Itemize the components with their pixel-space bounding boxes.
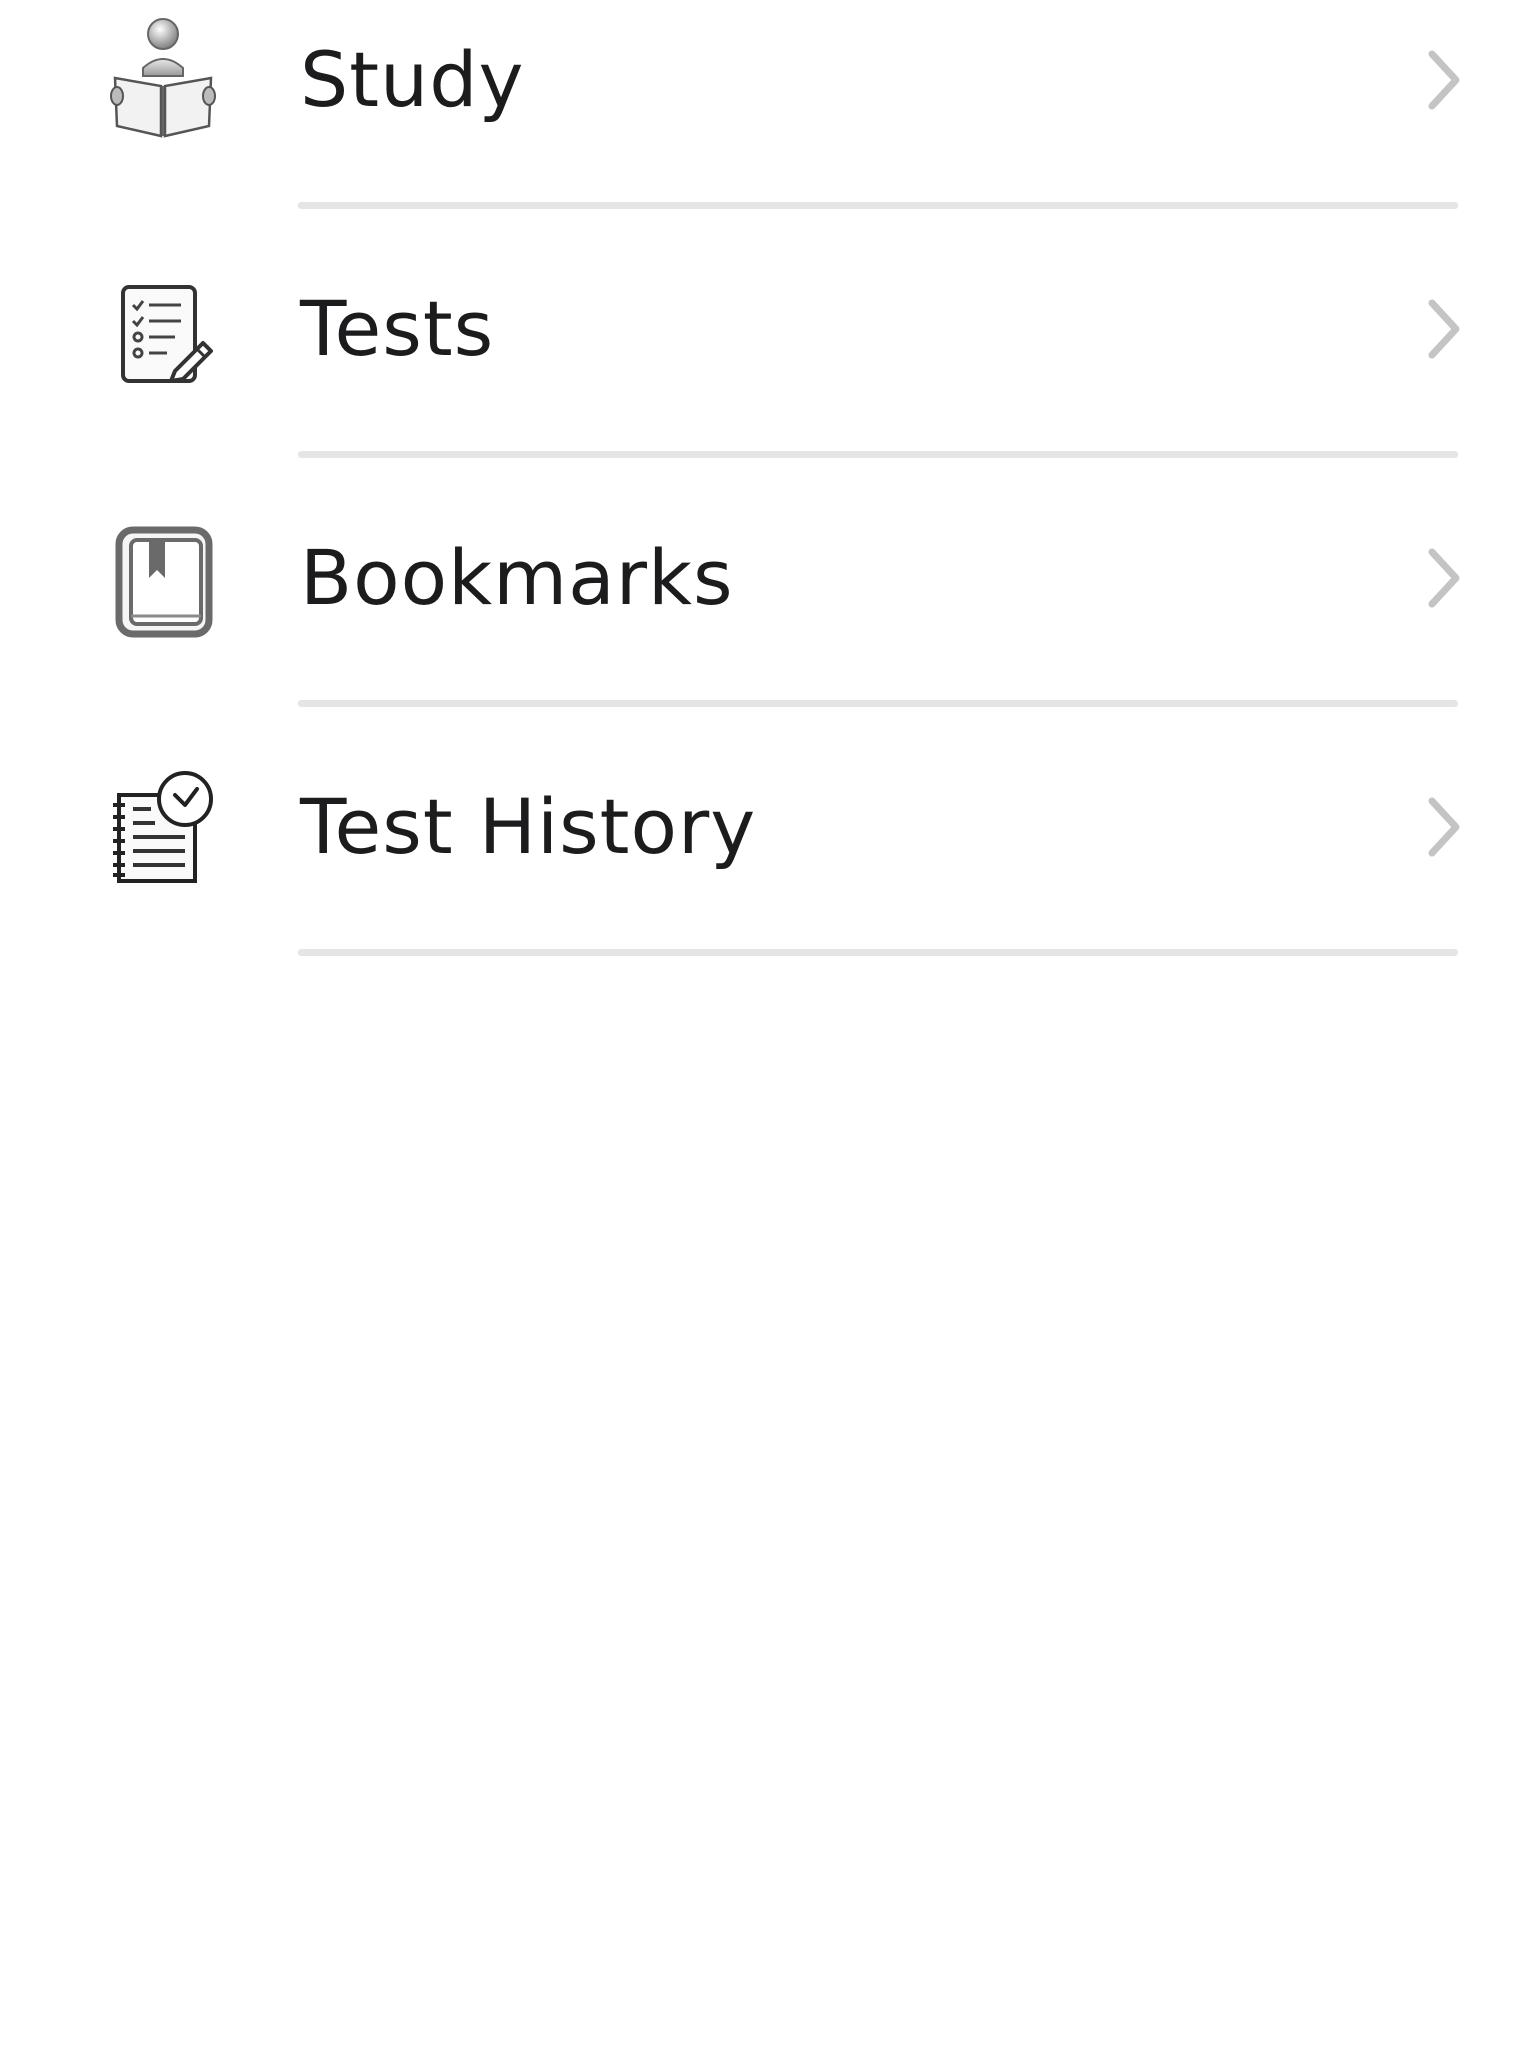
row-separator <box>298 451 1458 458</box>
menu-item-label: Tests <box>300 284 495 373</box>
notebook-clock-icon <box>105 765 225 895</box>
checklist-pencil-icon <box>105 267 225 397</box>
bookmark-book-icon <box>105 516 225 646</box>
chevron-right-icon <box>1424 795 1484 859</box>
chevron-right-icon <box>1424 546 1484 610</box>
row-separator <box>298 202 1458 209</box>
row-separator <box>298 700 1458 707</box>
chevron-right-icon <box>1424 48 1484 112</box>
menu-item-bookmarks[interactable]: Bookmarks <box>0 498 1536 747</box>
menu-item-study[interactable]: Study <box>0 0 1536 249</box>
menu-item-test-history[interactable]: Test History <box>0 747 1536 996</box>
menu-item-label: Bookmarks <box>300 533 734 622</box>
main-menu-list: Study Tests Bookmarks Test History <box>0 0 1536 996</box>
menu-item-tests[interactable]: Tests <box>0 249 1536 498</box>
person-reading-book-icon <box>105 10 225 140</box>
row-separator <box>298 949 1458 956</box>
menu-item-label: Test History <box>300 782 757 871</box>
menu-item-label: Study <box>300 35 525 124</box>
chevron-right-icon <box>1424 297 1484 361</box>
